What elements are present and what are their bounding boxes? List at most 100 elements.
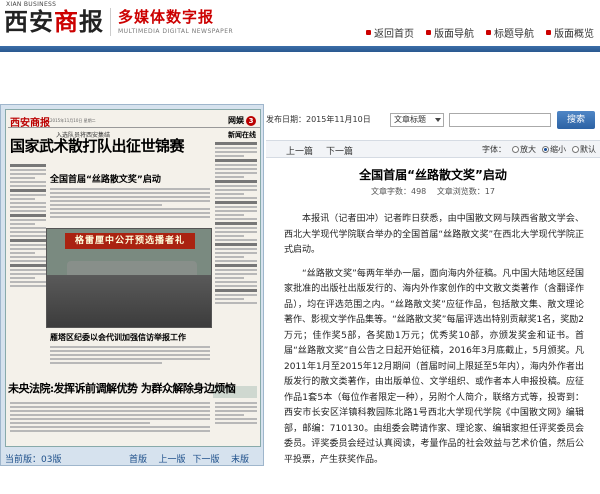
text-line xyxy=(215,142,257,145)
text-line xyxy=(215,218,257,220)
text-line xyxy=(215,414,245,416)
paper-section-number: 3 xyxy=(246,116,256,126)
prev-article-link[interactable]: 上一篇 xyxy=(286,144,313,157)
text-line xyxy=(215,164,257,166)
text-line xyxy=(215,201,257,204)
text-line xyxy=(10,410,210,412)
paper-left-column xyxy=(10,162,46,342)
text-line xyxy=(215,418,257,420)
text-line xyxy=(215,155,245,157)
nav-page-navigation[interactable]: 版面导航 xyxy=(420,24,480,40)
search-button[interactable]: 搜索 xyxy=(557,111,595,129)
brand-subtitle: MULTIMEDIA DIGITAL NEWSPAPER xyxy=(118,28,234,35)
text-line xyxy=(215,227,257,229)
text-line xyxy=(215,281,257,283)
search-input[interactable] xyxy=(449,113,551,127)
text-line xyxy=(215,222,257,225)
text-line xyxy=(10,198,36,200)
site-logo[interactable]: XIAN BUSINESS 西安商报 xyxy=(4,2,104,42)
text-line xyxy=(215,168,257,170)
text-line xyxy=(50,354,210,356)
paper-section-label: 网娱 3 xyxy=(228,115,256,126)
article-word-count: 文章字数：498 xyxy=(370,187,427,196)
paper-mast-name: 西安商报 xyxy=(10,118,50,129)
text-line xyxy=(50,358,210,360)
text-line xyxy=(10,260,46,262)
text-line xyxy=(50,350,210,352)
paper-side-title: 新闻在线 xyxy=(228,131,256,139)
search-type-value: 文章标题 xyxy=(394,115,426,124)
text-line xyxy=(215,151,257,153)
font-size-label: 字体： xyxy=(482,145,506,154)
text-line xyxy=(50,200,210,202)
text-line xyxy=(10,223,36,225)
article-paragraph: 本报讯（记者田冲）记者昨日获悉，由中国散文网与陕西省散文学会、西北大学现代学院联… xyxy=(284,214,584,255)
nav-page-overview[interactable]: 版面概览 xyxy=(540,24,600,40)
text-line xyxy=(50,188,210,190)
text-line xyxy=(10,227,46,229)
text-line xyxy=(215,406,257,408)
paper-headline-yanta[interactable]: 雁塔区纪委以会代训加强信访举报工作 xyxy=(50,332,186,343)
font-size-controls: 字体： 放大 缩小 默认 xyxy=(482,144,596,155)
text-line xyxy=(215,239,257,241)
text-line xyxy=(215,235,245,237)
text-line xyxy=(215,252,257,254)
paper-mast-dateline: 2015年11月10日 星期二 xyxy=(50,118,96,123)
nav-home[interactable]: 返回首页 xyxy=(360,24,420,40)
paper-headline-weiyang[interactable]: 未央法院:发挥诉前调解优势 为群众解除身边烦恼 xyxy=(8,380,236,396)
text-line xyxy=(10,235,46,237)
pager-prev[interactable]: 上一版 xyxy=(155,452,189,465)
text-line xyxy=(10,402,210,404)
text-line xyxy=(215,231,257,233)
text-line xyxy=(215,298,245,300)
font-default-option[interactable]: 默认 xyxy=(572,144,596,155)
paper-headline-silkroad[interactable]: 全国首届“丝路散文奖”启动 xyxy=(50,172,161,185)
text-line xyxy=(50,208,210,210)
text-line xyxy=(10,418,210,420)
text-line xyxy=(10,252,36,254)
chevron-down-icon xyxy=(435,118,441,122)
nav-title-navigation[interactable]: 标题导航 xyxy=(480,24,540,40)
pager-next[interactable]: 下一版 xyxy=(189,452,223,465)
text-line xyxy=(10,164,46,167)
nav-bullet-icon xyxy=(426,29,431,35)
photo-crowd xyxy=(47,275,211,327)
nav-title-navigation-label: 标题导航 xyxy=(494,28,534,40)
text-line xyxy=(50,216,210,218)
font-shrink-option[interactable]: 缩小 xyxy=(542,144,566,155)
paper-headline-wushu[interactable]: 国家武术散打队出征世锦赛 xyxy=(10,137,185,155)
text-line xyxy=(10,194,46,196)
newspaper-page-image[interactable]: 西安商报 2015年11月10日 星期二 网娱 3 入选队员将西安集结 国家武术散… xyxy=(5,109,261,447)
radio-icon xyxy=(512,146,519,153)
logo-text-part: 西安 xyxy=(4,7,54,36)
text-line xyxy=(215,206,257,208)
text-line xyxy=(10,231,46,233)
text-line xyxy=(50,196,210,198)
text-line xyxy=(215,256,245,258)
pager-last[interactable]: 末版 xyxy=(223,452,257,465)
text-line xyxy=(215,264,257,267)
text-line xyxy=(215,277,245,279)
page-root: XIAN BUSINESS 西安商报 多媒体数字报 MULTIMEDIA DIG… xyxy=(0,0,600,494)
article-paragraph: “丝路散文奖”每两年举办一届，面向海内外征稿。凡中国大陆地区经国家批准的出版社出… xyxy=(284,268,584,465)
search-type-select[interactable]: 文章标题 xyxy=(390,113,444,127)
paper-photo[interactable]: 格雷厘中公开预选播者礼 xyxy=(46,228,212,328)
text-line xyxy=(10,169,46,171)
text-line xyxy=(215,185,257,187)
text-line xyxy=(10,426,210,428)
nav-bullet-icon xyxy=(486,29,491,35)
text-line xyxy=(50,212,210,214)
article-title: 全国首届“丝路散文奖”启动 xyxy=(359,168,507,182)
nav-bullet-icon xyxy=(546,29,551,35)
text-line xyxy=(10,422,150,424)
font-enlarge-option[interactable]: 放大 xyxy=(512,144,536,155)
pager-first[interactable]: 首版 xyxy=(121,452,155,465)
nav-page-navigation-label: 版面导航 xyxy=(434,28,474,40)
photo-banner-text: 格雷厘中公开预选播者礼 xyxy=(65,233,195,249)
next-article-link[interactable]: 下一篇 xyxy=(326,144,353,157)
article: 全国首届“丝路散文奖”启动 文章字数：498 文章浏览数：17 本报讯（记者田冲… xyxy=(270,160,596,494)
text-line xyxy=(50,204,162,206)
logo-text-part: 报 xyxy=(79,7,104,36)
logo-text: 西安商报 xyxy=(4,8,104,36)
text-line xyxy=(10,189,46,192)
